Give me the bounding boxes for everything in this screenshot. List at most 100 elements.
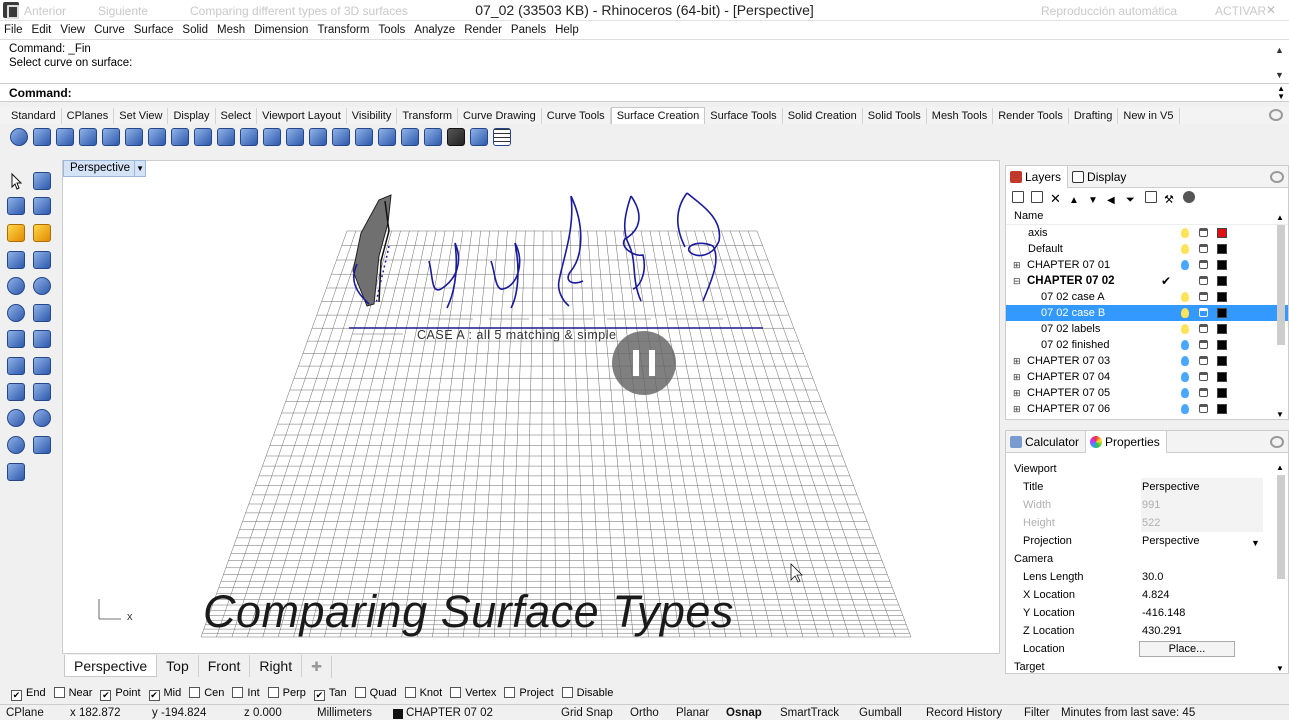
checkbox-icon[interactable]: ✔ [11,690,22,701]
surface-rail-revolve-icon[interactable] [194,128,212,146]
layer-color-swatch[interactable] [1217,276,1227,286]
visibility-bulb-icon[interactable] [1181,324,1189,334]
lock-icon[interactable] [1199,388,1208,397]
cylinder-icon[interactable] [7,383,25,401]
toolbar-tab-new-in-v5[interactable]: New in V5 [1118,108,1180,125]
layer-color-swatch[interactable] [1217,228,1227,238]
current-layer-check-icon[interactable]: ✔ [1161,273,1171,289]
menu-solid[interactable]: Solid [178,21,213,39]
move-down-icon[interactable]: ▼ [1088,195,1100,207]
menu-transform[interactable]: Transform [313,21,374,39]
torus-icon[interactable] [7,304,25,322]
new-sublayer-icon[interactable] [1031,191,1043,203]
new-layer-icon[interactable] [1012,191,1024,203]
checkbox-icon[interactable] [504,687,516,698]
boolean-union-icon[interactable] [33,357,51,375]
collapse-icon[interactable]: ⊟ [1013,273,1021,289]
add-viewport-icon[interactable]: ✚ [302,656,333,678]
expand-icon[interactable]: ⊞ [1013,401,1021,417]
status-planar[interactable]: Planar [676,707,709,719]
lock-icon[interactable] [1199,244,1208,253]
osnap-cen[interactable]: Cen [189,684,224,702]
checkbox-icon[interactable] [53,687,65,698]
property-value[interactable]: Perspective [1141,478,1263,496]
paraboloid-icon[interactable] [33,304,51,322]
layer-row[interactable]: 07 02 case B [1006,305,1288,321]
menu-analyze[interactable]: Analyze [410,21,460,39]
layer-row[interactable]: ⊞ CHAPTER 07 03 [1006,353,1288,369]
visibility-bulb-icon[interactable] [1181,356,1189,366]
toolbar-tab-surface-creation[interactable]: Surface Creation [610,107,706,125]
lock-icon[interactable] [1199,228,1208,237]
layer-color-swatch[interactable] [1217,404,1227,414]
layer-row[interactable]: ⊞ CHAPTER 07 06 [1006,401,1288,417]
surface-edge-curves-icon[interactable] [33,128,51,146]
menu-dimension[interactable]: Dimension [250,21,313,39]
layer-row[interactable]: ⊟ CHAPTER 07 02 ✔ [1006,273,1288,289]
checkbox-icon[interactable] [354,687,366,698]
tools-icon[interactable]: ⚒ [1164,195,1176,207]
status-layer[interactable]: CHAPTER 07 02 [406,707,493,719]
property-value[interactable]: 4.824 [1141,586,1263,604]
osnap-perp[interactable]: Perp [267,684,306,702]
transform-icon[interactable] [7,224,25,242]
osnap-mid[interactable]: ✔ Mid [148,684,181,702]
toolbar-tab-transform[interactable]: Transform [397,108,459,125]
toolbar-tab-surface-tools[interactable]: Surface Tools [705,108,783,125]
menu-render[interactable]: Render [460,21,507,39]
layer-scrollbar[interactable]: ▲ ▼ [1276,213,1286,419]
surface-corner-plane-icon[interactable] [125,128,143,146]
surface-drape-icon[interactable] [332,128,350,146]
layer-color-swatch[interactable] [1217,372,1227,382]
extrude-icon[interactable] [33,251,51,269]
osnap-point[interactable]: ✔ Point [100,684,141,702]
status-units[interactable]: Millimeters [317,707,372,719]
osnap-disable[interactable]: Disable [561,684,613,702]
command-scroll-icon[interactable]: ▲ ▼ [1277,85,1285,101]
menu-view[interactable]: View [56,21,90,39]
surface-revolve-icon[interactable] [217,128,235,146]
lock-icon[interactable] [1199,292,1208,301]
visibility-bulb-icon[interactable] [1181,404,1189,414]
status-gumball[interactable]: Gumball [859,707,902,719]
layer-row[interactable]: 07 02 finished [1006,337,1288,353]
ellipsoid-icon[interactable] [33,277,51,295]
expand-icon[interactable]: ⊞ [1013,385,1021,401]
layer-color-swatch[interactable] [1217,244,1227,254]
surface-extrude-icon[interactable] [148,128,166,146]
lock-icon[interactable] [1199,324,1208,333]
checkbox-icon[interactable] [232,687,244,698]
perspective-viewport[interactable]: CASE A : all 5 matching & simple x Compa… [62,160,1000,654]
surface-network-icon[interactable] [309,128,327,146]
status-smarttrack[interactable]: SmartTrack [780,707,839,719]
osnap-quad[interactable]: Quad [354,684,397,702]
layer-row[interactable]: axis [1006,225,1288,241]
pause-icon[interactable] [612,331,676,395]
menu-file[interactable]: File [0,21,28,39]
toolbar-tab-set-view[interactable]: Set View [114,108,169,125]
curve-icon[interactable] [33,197,51,215]
lock-icon[interactable] [1199,260,1208,269]
menu-edit[interactable]: Edit [28,21,57,39]
filter-icon[interactable]: ⏷ [1126,195,1138,207]
surface-fit-icon[interactable] [424,128,442,146]
status-cplane[interactable]: CPlane [6,707,44,719]
osnap-int[interactable]: Int [232,684,260,702]
layer-color-swatch[interactable] [1217,292,1227,302]
toolbar-tab-select[interactable]: Select [216,108,258,125]
tube-icon[interactable] [33,383,51,401]
toolbar-tab-solid-creation[interactable]: Solid Creation [783,108,863,125]
toolbar-tab-display[interactable]: Display [168,108,216,125]
lock-icon[interactable] [1199,340,1208,349]
menu-help[interactable]: Help [551,21,584,39]
osnap-knot[interactable]: Knot [404,684,442,702]
surface-blend-icon[interactable] [378,128,396,146]
surface-cap-icon[interactable] [470,128,488,146]
visibility-bulb-icon[interactable] [1181,340,1189,350]
tab-properties[interactable]: Properties [1085,431,1167,453]
surface-planar-curves-icon[interactable] [56,128,74,146]
viewport-title-tab[interactable]: Perspective ▼ [63,160,147,177]
scroll-up-icon[interactable]: ▲ [1275,45,1285,55]
viewport-tab-top[interactable]: Top [157,655,199,677]
properties-scrollbar[interactable]: ▲ ▼ [1276,463,1286,673]
